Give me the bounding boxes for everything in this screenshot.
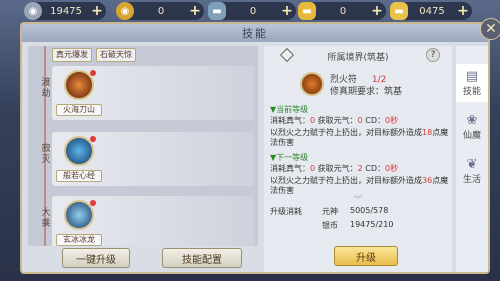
title-bar: 技能 bbox=[22, 24, 488, 42]
close-icon: ✕ bbox=[485, 21, 497, 37]
skill-config-button[interactable]: 技能配置 bbox=[162, 248, 242, 268]
label: CD： bbox=[362, 164, 386, 173]
stage-label: 渡 劫 bbox=[41, 78, 51, 99]
top-skill-names: 真元爆发 石破天惊 bbox=[52, 48, 136, 62]
label: 消耗真气： bbox=[270, 164, 310, 173]
cost-label: 元神 bbox=[322, 207, 338, 216]
add-currency-button[interactable]: + bbox=[188, 3, 202, 19]
next-level-stats: 消耗真气：0 获取元气：2 CD：0秒 bbox=[270, 164, 450, 174]
skill-row-1[interactable]: 渡 劫 火海刀山 bbox=[28, 64, 258, 122]
notification-dot bbox=[90, 200, 96, 206]
chevron-down-icon: ︾ bbox=[354, 195, 362, 204]
skill-requirement: 修真期要求：筑基 bbox=[330, 87, 403, 97]
small-gold-ingot-icon: ▬ bbox=[390, 2, 408, 20]
label: 消耗真气： bbox=[270, 116, 310, 125]
leaf-icon: ❦ bbox=[466, 156, 478, 172]
upgrade-button[interactable]: 升级 bbox=[334, 246, 398, 266]
skill-name-tag[interactable]: 真元爆发 bbox=[52, 48, 92, 62]
next-level-desc: 以烈火之力赋于符上扔出，对目标额外造成36点魔法伤害 bbox=[270, 176, 450, 196]
add-currency-button[interactable]: + bbox=[370, 3, 384, 19]
add-currency-button[interactable]: + bbox=[90, 3, 104, 19]
blue-ingot-icon: ▬ bbox=[208, 2, 226, 20]
currency-blue-ingot: ▬ 0 + bbox=[208, 2, 296, 20]
add-currency-button[interactable]: + bbox=[456, 3, 470, 19]
skill-name: 火海刀山 bbox=[56, 104, 102, 116]
desc: 以烈火之力赋于符上扔出，对目标额外造成 bbox=[270, 176, 422, 185]
silver-coin-icon: ◉ bbox=[24, 2, 42, 20]
value: 0秒 bbox=[385, 164, 399, 173]
tab-label: 仙魔 bbox=[462, 130, 481, 141]
cost-label: 银币 bbox=[322, 221, 338, 230]
gold-coin-icon: ◉ bbox=[116, 2, 134, 20]
tab-label: 技能 bbox=[462, 86, 481, 97]
lotus-icon: ❀ bbox=[466, 112, 478, 128]
notification-dot bbox=[90, 136, 96, 142]
cost-value: 5005/578 bbox=[350, 206, 389, 215]
desc: 以烈火之力赋于符上扔出，对目标额外造成 bbox=[270, 128, 422, 137]
currency-gold: ◉ 0 + bbox=[116, 2, 204, 20]
realm-label: 所属境界(筑基) bbox=[327, 52, 389, 63]
current-level-stats: 消耗真气：0 获取元气：0 CD：0秒 bbox=[270, 116, 450, 126]
skill-list[interactable]: 真元爆发 石破天惊 渡 劫 火海刀山 寂 灭 般若心经 大 乘 玄冰冰龙 bbox=[28, 46, 258, 246]
currency-value: 0 bbox=[157, 5, 165, 17]
stage-label: 大 乘 bbox=[41, 208, 51, 229]
close-button[interactable]: ✕ bbox=[480, 18, 500, 40]
book-icon: ▤ bbox=[465, 68, 479, 84]
add-currency-button[interactable]: + bbox=[280, 3, 294, 19]
tab-label: 生活 bbox=[462, 174, 481, 185]
skill-name: 玄冰冰龙 bbox=[56, 234, 102, 246]
currency-bar: ◉ 19475 + ◉ 0 + ▬ 0 + ▬ 0 + ▬ 0475 + bbox=[0, 0, 500, 22]
damage: 18 bbox=[422, 128, 433, 137]
currency-value: 0 bbox=[339, 5, 347, 17]
cost-value: 19475/210 bbox=[350, 220, 394, 229]
skill-name: 般若心经 bbox=[56, 170, 102, 182]
current-level-desc: 以烈火之力赋于符上扔出，对目标额外造成18点魔法伤害 bbox=[270, 128, 450, 148]
gold-ingot-icon: ▬ bbox=[298, 2, 316, 20]
upgrade-cost-title: 升级消耗 bbox=[270, 207, 302, 216]
current-level-header: ▼当前等级 bbox=[270, 105, 309, 114]
skill-name-tag[interactable]: 石破天惊 bbox=[96, 48, 136, 62]
notification-dot bbox=[90, 70, 96, 76]
skill-window: 技能 ✕ 真元爆发 石破天惊 渡 劫 火海刀山 寂 灭 般若心经 大 乘 玄冰冰… bbox=[20, 18, 500, 274]
currency-value: 0 bbox=[249, 5, 257, 17]
window-title: 技能 bbox=[242, 27, 268, 40]
selected-skill-icon bbox=[300, 72, 324, 96]
label: 获取元气： bbox=[315, 164, 358, 173]
stage-label: 寂 灭 bbox=[41, 144, 51, 165]
currency-small-ingot: ▬ 0475 + bbox=[390, 2, 472, 20]
skill-detail-panel: 所属境界(筑基) ? 烈火符 1/2 修真期要求：筑基 ▼当前等级 消耗真气：0… bbox=[264, 46, 452, 272]
tab-life[interactable]: ❦ 生活 bbox=[456, 152, 488, 190]
upgrade-all-button[interactable]: 一键升级 bbox=[62, 248, 130, 268]
currency-value: 0475 bbox=[419, 5, 445, 17]
label: CD： bbox=[362, 116, 386, 125]
label: 获取元气： bbox=[315, 116, 358, 125]
tab-skill[interactable]: ▤ 技能 bbox=[456, 64, 488, 102]
currency-value: 19475 bbox=[50, 5, 82, 17]
skill-row-2[interactable]: 寂 灭 般若心经 bbox=[28, 130, 258, 188]
damage: 36 bbox=[422, 176, 433, 185]
side-tabs: ▤ 技能 ❀ 仙魔 ❦ 生活 bbox=[456, 46, 488, 272]
value: 0秒 bbox=[385, 116, 399, 125]
help-icon[interactable]: ? bbox=[426, 48, 440, 62]
currency-gold-ingot: ▬ 0 + bbox=[298, 2, 386, 20]
tab-immortal[interactable]: ❀ 仙魔 bbox=[456, 108, 488, 146]
skill-row-3[interactable]: 大 乘 玄冰冰龙 bbox=[28, 194, 258, 246]
currency-silver: ◉ 19475 + bbox=[24, 2, 106, 20]
next-level-header: ▼下一等级 bbox=[270, 153, 309, 162]
